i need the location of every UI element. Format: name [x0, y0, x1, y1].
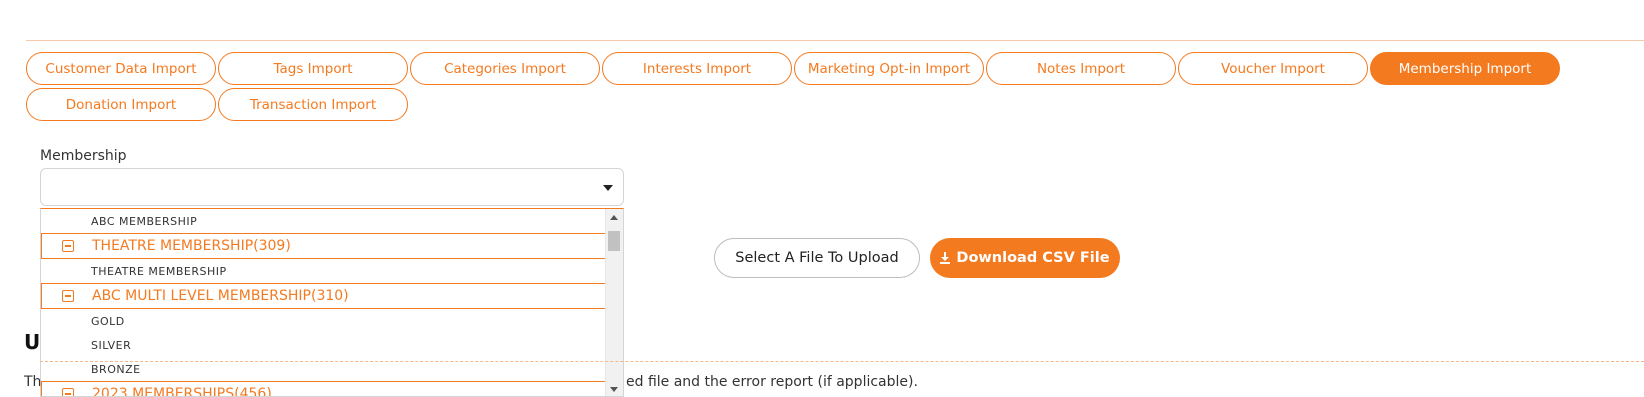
group-label: THEATRE MEMBERSHIP(309) [92, 238, 291, 254]
tab-transaction-import[interactable]: Transaction Import [218, 88, 408, 121]
tab-customer-data-import[interactable]: Customer Data Import [26, 52, 216, 85]
group-theatre-membership[interactable]: THEATRE MEMBERSHIP(309) [41, 233, 607, 259]
section-divider [40, 361, 1644, 362]
option-theatre-membership[interactable]: THEATRE MEMBERSHIP [41, 259, 607, 283]
scroll-up-arrow-icon[interactable] [610, 215, 618, 220]
section-description-start: Th [24, 374, 42, 390]
scroll-thumb[interactable] [608, 231, 620, 251]
select-file-button[interactable]: Select A File To Upload [714, 238, 920, 278]
scroll-down-arrow-icon[interactable] [610, 387, 618, 392]
caret-down-icon[interactable] [603, 185, 613, 191]
tab-tags-import[interactable]: Tags Import [218, 52, 408, 85]
group-label: ABC MULTI LEVEL MEMBERSHIP(310) [92, 288, 349, 304]
membership-dropdown[interactable]: ABC MEMBERSHIP THEATRE MEMBERSHIP(309) T… [40, 208, 624, 397]
group-label: 2023 MEMBERSHIPS(456) [92, 386, 272, 397]
download-csv-button[interactable]: Download CSV File [930, 238, 1120, 278]
dropdown-scrollbar[interactable] [605, 209, 623, 396]
download-csv-label: Download CSV File [956, 250, 1110, 266]
top-divider [26, 40, 1644, 41]
tab-interests-import[interactable]: Interests Import [602, 52, 792, 85]
tab-notes-import[interactable]: Notes Import [986, 52, 1176, 85]
download-icon [940, 252, 951, 264]
section-heading: U [24, 330, 41, 354]
option-gold[interactable]: GOLD [41, 309, 607, 333]
tab-marketing-opt-in-import[interactable]: Marketing Opt-in Import [794, 52, 984, 85]
tab-membership-import[interactable]: Membership Import [1370, 52, 1560, 85]
option-abc-membership[interactable]: ABC MEMBERSHIP [41, 209, 607, 233]
tab-donation-import[interactable]: Donation Import [26, 88, 216, 121]
membership-label: Membership [40, 148, 127, 164]
section-description-end: ed file and the error report (if applica… [626, 374, 918, 390]
option-silver[interactable]: SILVER [41, 333, 607, 357]
tab-voucher-import[interactable]: Voucher Import [1178, 52, 1368, 85]
collapse-icon[interactable] [62, 240, 74, 252]
collapse-icon[interactable] [62, 290, 74, 302]
group-abc-multi-level-membership[interactable]: ABC MULTI LEVEL MEMBERSHIP(310) [41, 283, 607, 309]
group-2023-memberships[interactable]: 2023 MEMBERSHIPS(456) [41, 381, 607, 397]
membership-select[interactable] [40, 168, 624, 206]
tab-categories-import[interactable]: Categories Import [410, 52, 600, 85]
collapse-icon[interactable] [62, 388, 74, 396]
